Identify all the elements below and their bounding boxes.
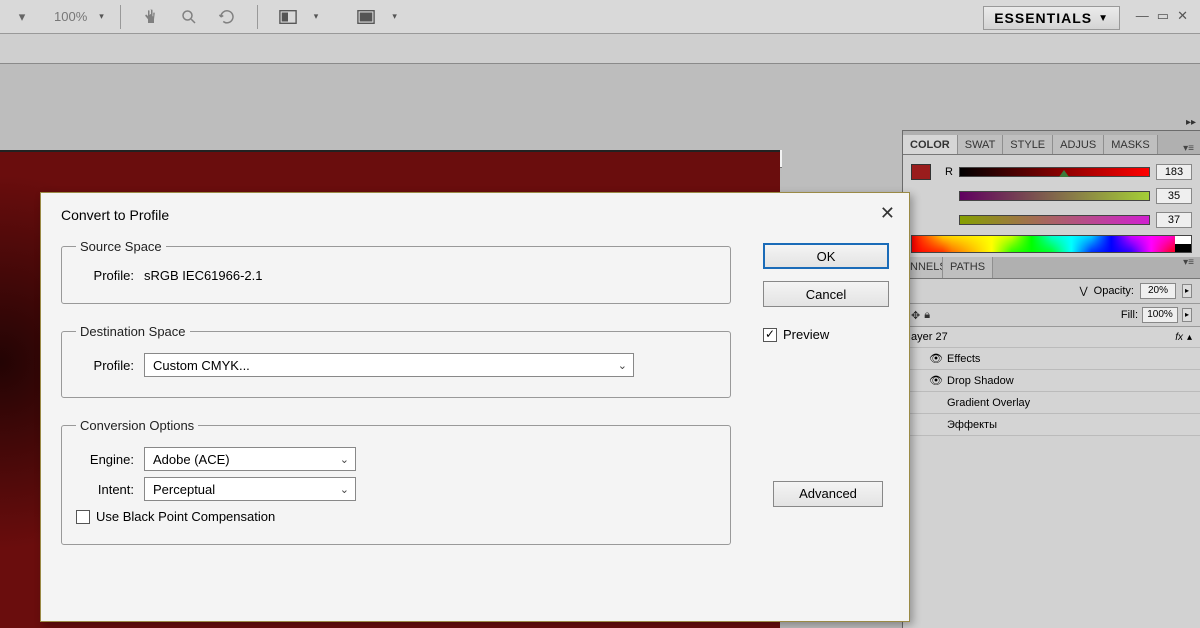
b-value[interactable]: 37 bbox=[1156, 212, 1192, 228]
visibility-icon[interactable]: 👁︎ bbox=[929, 374, 943, 387]
dialog-buttons: OK Cancel Preview bbox=[763, 243, 889, 342]
visibility-icon[interactable]: 👁︎ bbox=[929, 352, 943, 365]
tab-color[interactable]: COLOR bbox=[903, 135, 958, 154]
r-value[interactable]: 183 bbox=[1156, 164, 1192, 180]
intent-dropdown[interactable]: Perceptual ⌄ bbox=[144, 477, 356, 501]
panel-stack: ▸ ▸ COLOR SWAT STYLE ADJUS MASKS ▾≡ R 183… bbox=[902, 130, 1200, 628]
opacity-slider-toggle[interactable]: ▸ bbox=[1182, 284, 1192, 298]
file-dropdown-icon[interactable]: ▾ bbox=[8, 4, 36, 30]
move-lock-icon[interactable]: ✥ bbox=[911, 309, 920, 322]
intent-label: Intent: bbox=[76, 482, 134, 497]
dest-profile-label: Profile: bbox=[76, 358, 134, 373]
tab-masks[interactable]: MASKS bbox=[1104, 135, 1158, 154]
arrange-icon[interactable] bbox=[352, 4, 380, 30]
workspace-switcher[interactable]: ESSENTIALS ▼ bbox=[983, 6, 1120, 30]
fill-label: Fill: bbox=[1121, 309, 1138, 321]
chevron-down-icon: ⌄ bbox=[340, 483, 349, 496]
workspace-label: ESSENTIALS bbox=[994, 10, 1092, 26]
layer-row[interactable]: ayer 27 fx ▴ bbox=[903, 327, 1200, 348]
panel-menu-icon[interactable]: ▾≡ bbox=[1177, 257, 1200, 278]
convert-to-profile-dialog: Convert to Profile ✕ Source Space Profil… bbox=[40, 192, 910, 622]
bpc-label: Use Black Point Compensation bbox=[96, 509, 275, 524]
chevron-down-icon: ⌄ bbox=[340, 453, 349, 466]
opacity-value[interactable]: 20% bbox=[1140, 283, 1176, 299]
zoom-tool-icon[interactable] bbox=[175, 4, 203, 30]
dest-profile-value: Custom CMYK... bbox=[153, 358, 250, 373]
preview-label: Preview bbox=[783, 327, 829, 342]
engine-dropdown[interactable]: Adobe (ACE) ⌄ bbox=[144, 447, 356, 471]
source-profile-label: Profile: bbox=[76, 268, 134, 283]
effect-name: Drop Shadow bbox=[947, 375, 1192, 387]
tab-styles[interactable]: STYLE bbox=[1003, 135, 1053, 154]
g-slider[interactable] bbox=[959, 191, 1150, 201]
window-controls: — ▭ ✕ bbox=[1136, 8, 1188, 24]
fill-slider-toggle[interactable]: ▸ bbox=[1182, 308, 1192, 322]
destination-space-legend: Destination Space bbox=[76, 324, 190, 339]
advanced-button[interactable]: Advanced bbox=[773, 481, 883, 507]
slider-pointer-icon bbox=[1059, 170, 1069, 177]
effects-label: Effects bbox=[947, 353, 1192, 365]
close-icon[interactable]: ✕ bbox=[880, 203, 895, 224]
screen-mode-dropdown-icon[interactable]: ▾ bbox=[314, 11, 319, 22]
chevron-down-icon: ⌄ bbox=[618, 359, 627, 372]
opacity-label: Opacity: bbox=[1094, 285, 1134, 297]
panel-menu-icon[interactable]: ▾≡ bbox=[1177, 143, 1200, 154]
fx-toggle-icon[interactable]: ▴ bbox=[1187, 332, 1192, 343]
foreground-color-swatch[interactable] bbox=[911, 164, 931, 180]
bpc-checkbox[interactable] bbox=[76, 510, 90, 524]
separator bbox=[257, 5, 258, 29]
dest-profile-dropdown[interactable]: Custom CMYK... ⌄ bbox=[144, 353, 634, 377]
hand-tool-icon[interactable] bbox=[137, 4, 165, 30]
cancel-button[interactable]: Cancel bbox=[763, 281, 889, 307]
tab-adjustments[interactable]: ADJUS bbox=[1053, 135, 1104, 154]
screen-mode-icon[interactable] bbox=[274, 4, 302, 30]
conversion-options-legend: Conversion Options bbox=[76, 418, 198, 433]
fx-badge: fx bbox=[1175, 332, 1183, 343]
effects-row[interactable]: 👁︎ Effects bbox=[903, 348, 1200, 370]
effect-gradientoverlay-row[interactable]: 👁︎ Gradient Overlay bbox=[903, 392, 1200, 414]
preview-checkbox[interactable] bbox=[763, 328, 777, 342]
color-panel-body: R 183 35 37 bbox=[903, 155, 1200, 257]
tab-swatches[interactable]: SWAT bbox=[958, 135, 1004, 154]
options-bar bbox=[0, 34, 1200, 64]
effects-ru-label: Эффекты bbox=[947, 419, 1192, 431]
chevron-down-icon: ▼ bbox=[1098, 13, 1109, 24]
fill-value[interactable]: 100% bbox=[1142, 307, 1178, 323]
color-ramp[interactable] bbox=[911, 235, 1192, 253]
layer-name: ayer 27 bbox=[911, 331, 1175, 343]
zoom-dropdown-icon[interactable]: ▾ bbox=[99, 11, 104, 22]
separator bbox=[120, 5, 121, 29]
rotate-tool-icon[interactable] bbox=[213, 4, 241, 30]
engine-label: Engine: bbox=[76, 452, 134, 467]
r-slider[interactable] bbox=[959, 167, 1150, 177]
restore-icon[interactable]: ▭ bbox=[1157, 8, 1169, 24]
effect-dropshadow-row[interactable]: 👁︎ Drop Shadow bbox=[903, 370, 1200, 392]
engine-value: Adobe (ACE) bbox=[153, 452, 230, 467]
close-icon[interactable]: ✕ bbox=[1177, 8, 1188, 24]
channel-r-label: R bbox=[941, 166, 953, 178]
intent-value: Perceptual bbox=[153, 482, 215, 497]
effect-name: Gradient Overlay bbox=[947, 397, 1192, 409]
blend-mode-dropdown-icon[interactable]: ⋁ bbox=[1079, 286, 1087, 297]
source-profile-value: sRGB IEC61966-2.1 bbox=[144, 268, 263, 283]
lock-icons: ✥ 🔒︎ bbox=[911, 309, 930, 322]
color-panel-tabs: COLOR SWAT STYLE ADJUS MASKS ▾≡ bbox=[903, 131, 1200, 155]
layers-panel: NNELS PATHS ▾≡ ⋁ Opacity: 20% ▸ ✥ 🔒︎ Fil… bbox=[903, 257, 1200, 436]
source-space-legend: Source Space bbox=[76, 239, 166, 254]
source-space-group: Source Space Profile: sRGB IEC61966-2.1 bbox=[61, 239, 731, 304]
g-value[interactable]: 35 bbox=[1156, 188, 1192, 204]
lock-icon[interactable]: 🔒︎ bbox=[924, 309, 930, 322]
ok-button[interactable]: OK bbox=[763, 243, 889, 269]
tab-paths[interactable]: PATHS bbox=[943, 257, 993, 278]
destination-space-group: Destination Space Profile: Custom CMYK..… bbox=[61, 324, 731, 398]
dialog-title: Convert to Profile bbox=[61, 207, 889, 223]
zoom-level[interactable]: 100% bbox=[54, 9, 87, 24]
arrange-dropdown-icon[interactable]: ▾ bbox=[392, 11, 397, 22]
conversion-options-group: Conversion Options Engine: Adobe (ACE) ⌄… bbox=[61, 418, 731, 545]
minimize-icon[interactable]: — bbox=[1136, 8, 1149, 24]
collapse-panels-icon[interactable]: ▸▸ bbox=[1186, 117, 1196, 128]
b-slider[interactable] bbox=[959, 215, 1150, 225]
effects-ru-row[interactable]: 👁︎ Эффекты bbox=[903, 414, 1200, 436]
